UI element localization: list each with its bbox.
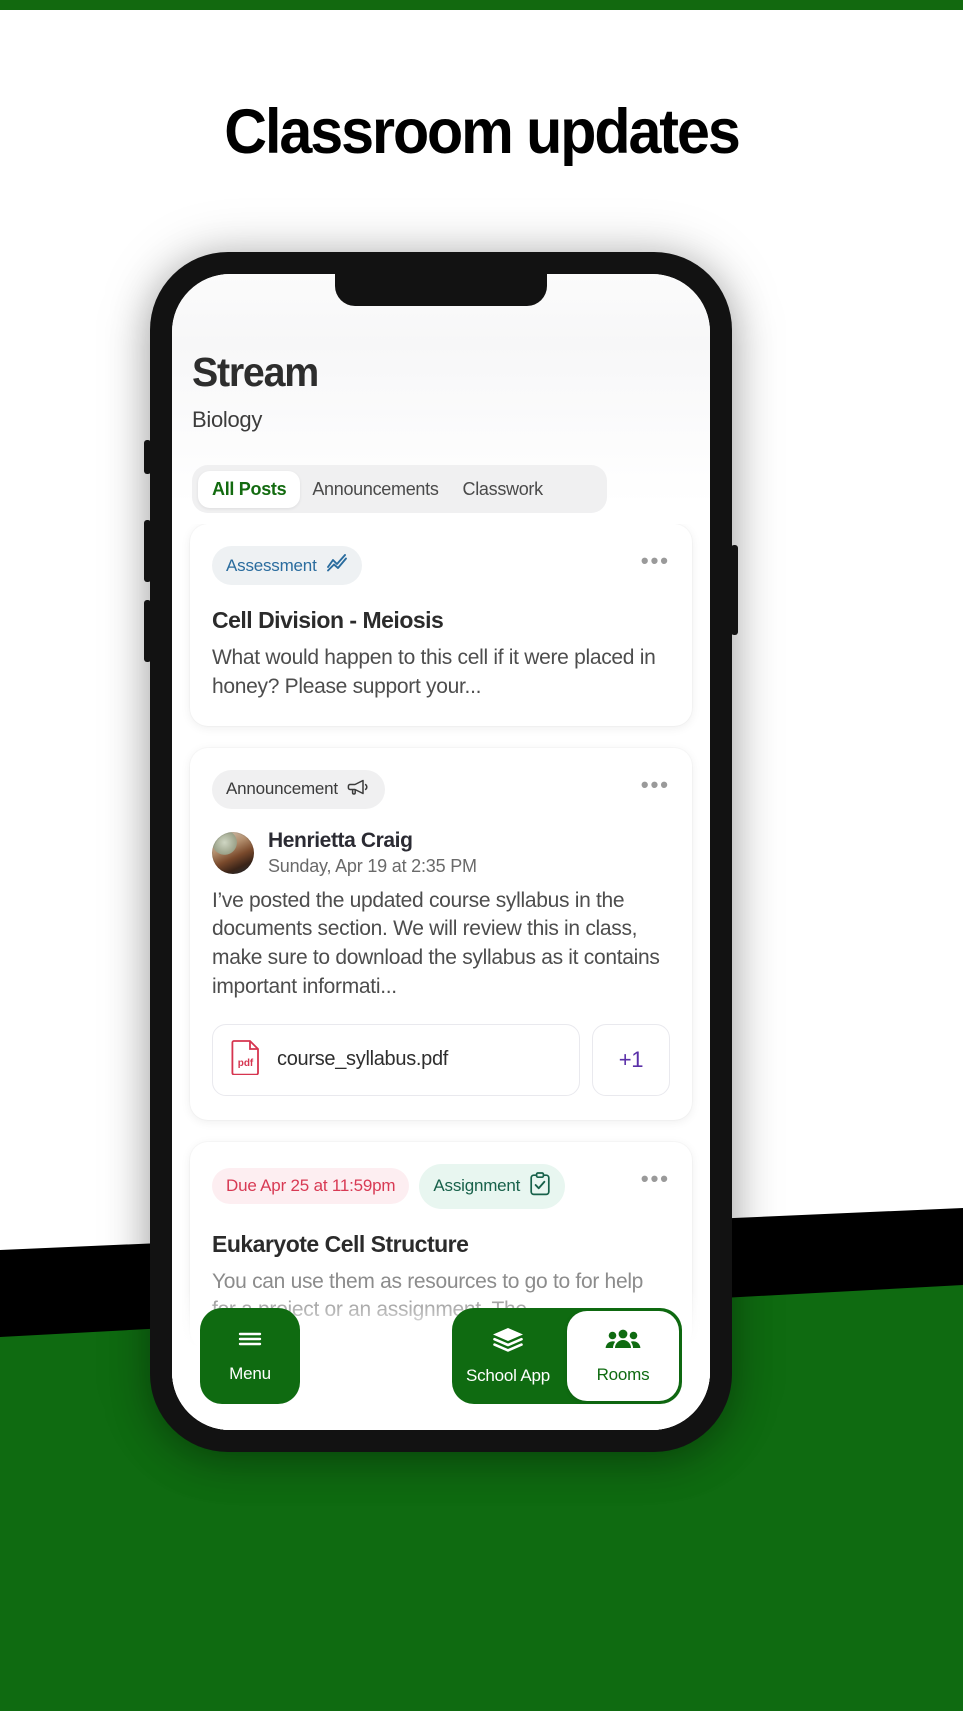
- status-badge-assignment: Assignment: [419, 1163, 566, 1209]
- nav-item-label: Rooms: [596, 1365, 650, 1384]
- post-title: Cell Division - Meiosis: [212, 607, 444, 633]
- avatar: [212, 831, 254, 874]
- badge-label: Assignment: [433, 1176, 521, 1196]
- phone-volume-up-button: [144, 520, 151, 582]
- svg-text:pdf: pdf: [238, 1058, 254, 1069]
- badge-label: Announcement: [226, 779, 338, 799]
- tab-all-posts[interactable]: All Posts: [198, 470, 301, 508]
- tab-classwork[interactable]: Classwork: [451, 471, 555, 508]
- phone-power-button: [731, 545, 738, 635]
- line-chart-icon: [326, 554, 348, 577]
- post-card-assessment[interactable]: Assessment ••• Cell Division - Meiosis W…: [190, 524, 692, 726]
- page-title: Classroom updates: [224, 97, 740, 167]
- post-timestamp: Sunday, Apr 19 at 2:35 PM: [268, 855, 477, 876]
- post-body: I’ve posted the updated course syllabus …: [212, 888, 660, 998]
- phone-volume-down-button: [144, 600, 151, 662]
- people-icon: [605, 1327, 641, 1356]
- attachment-row: pdf course_syllabus.pdf +1: [212, 1023, 670, 1096]
- nav-item-rooms[interactable]: Rooms: [567, 1311, 679, 1401]
- post-card-announcement[interactable]: Announcement ••• Henrietta Craig Sunday,…: [190, 747, 692, 1120]
- nav-item-school-app[interactable]: School App: [452, 1308, 564, 1404]
- screen-title: Stream: [192, 349, 319, 395]
- hamburger-icon: [235, 1329, 265, 1354]
- phone-notch: [335, 274, 547, 306]
- top-green-bar: [0, 0, 963, 10]
- pdf-file-icon: pdf: [231, 1039, 261, 1080]
- post-overflow-menu-3[interactable]: •••: [641, 1167, 670, 1190]
- due-date-badge: Due Apr 25 at 11:59pm: [212, 1168, 410, 1205]
- attachment-chip-pdf[interactable]: pdf course_syllabus.pdf: [212, 1023, 580, 1096]
- menu-button-label: Menu: [229, 1363, 271, 1383]
- attachment-more-count[interactable]: +1: [592, 1023, 670, 1096]
- status-badge-assessment: Assessment: [212, 546, 362, 585]
- megaphone-icon: [347, 778, 371, 801]
- screenshot-canvas: Classroom updates Stream Biology All Pos…: [0, 0, 963, 1711]
- phone-mute-switch: [144, 440, 151, 474]
- status-badge-announcement: Announcement: [212, 769, 385, 809]
- badge-label: Assessment: [226, 555, 317, 575]
- nav-item-label: School App: [465, 1366, 550, 1385]
- attachment-file-name: course_syllabus.pdf: [277, 1048, 449, 1071]
- bottom-navigation-bar: Menu School App Rooms: [172, 1290, 710, 1430]
- post-overflow-menu-2[interactable]: •••: [641, 773, 670, 796]
- author-name: Henrietta Craig: [268, 828, 413, 852]
- course-subtitle: Biology: [192, 407, 263, 432]
- filter-tab-bar: All Posts Announcements Classwork: [192, 465, 607, 513]
- post-title: Eukaryote Cell Structure: [212, 1230, 469, 1257]
- post-overflow-menu-1[interactable]: •••: [641, 550, 670, 572]
- post-body: What would happen to this cell if it wer…: [212, 646, 656, 698]
- nav-segment-group: School App Rooms: [452, 1308, 682, 1404]
- clipboard-check-icon: [529, 1171, 551, 1201]
- post-author-row: Henrietta Craig Sunday, Apr 19 at 2:35 P…: [212, 829, 670, 877]
- menu-button[interactable]: Menu: [200, 1308, 300, 1404]
- phone-screen: Stream Biology All Posts Announcements C…: [172, 274, 710, 1430]
- layers-icon: [491, 1326, 525, 1357]
- tab-announcements[interactable]: Announcements: [300, 471, 450, 508]
